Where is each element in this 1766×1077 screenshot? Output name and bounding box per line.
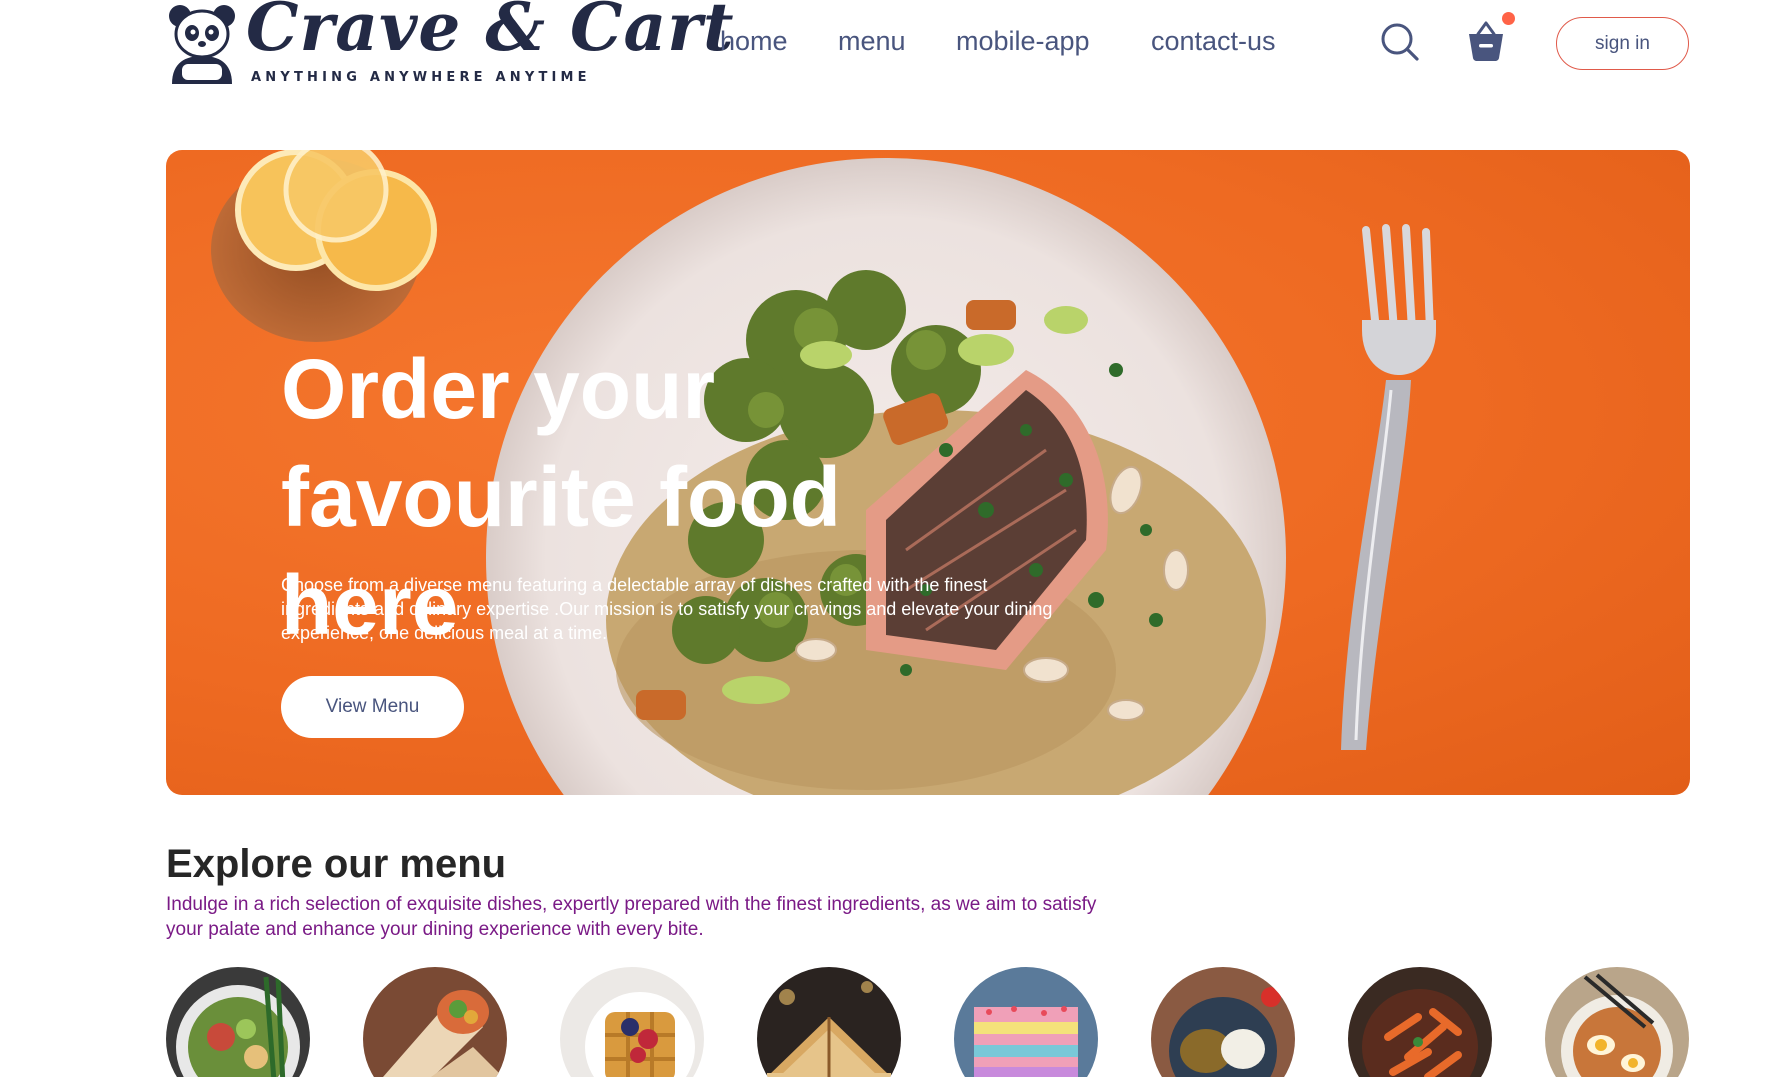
waffle-image	[560, 967, 704, 1077]
hero-description: Choose from a diverse menu featuring a d…	[281, 575, 1053, 643]
brand-name: Crave & Cart	[246, 0, 735, 66]
pasta-image	[1348, 967, 1492, 1077]
menu-item-desserts[interactable]	[560, 967, 704, 1077]
explore-menu-text: Indulge in a rich selection of exquisite…	[166, 894, 1097, 940]
menu-item-rolls[interactable]	[363, 967, 507, 1077]
nav-link-contact-us[interactable]: contact-us	[1151, 26, 1276, 57]
explore-menu-title: Explore our menu	[166, 842, 507, 886]
basket-icon[interactable]	[1466, 20, 1506, 62]
explore-menu-list	[166, 967, 1690, 1077]
navbar: Crave & Cart ANYTHING ANYWHERE ANYTIME h…	[0, 0, 1766, 100]
sign-in-button[interactable]: sign in	[1556, 17, 1689, 70]
panda-logo-icon	[169, 5, 235, 84]
nav-link-menu[interactable]: menu	[838, 26, 906, 57]
menu-item-salad[interactable]	[166, 967, 310, 1077]
veg-plate-image	[1151, 967, 1295, 1077]
menu-item-pasta[interactable]	[1348, 967, 1492, 1077]
salad-image	[166, 967, 310, 1077]
view-menu-button[interactable]: View Menu	[281, 676, 464, 738]
menu-item-noodles[interactable]	[1545, 967, 1689, 1077]
menu-item-sandwich[interactable]	[757, 967, 901, 1077]
menu-item-cake[interactable]	[954, 967, 1098, 1077]
nav-link-home[interactable]: home	[720, 26, 788, 57]
brand-logo[interactable]: Crave & Cart ANYTHING ANYWHERE ANYTIME	[166, 0, 734, 90]
sandwich-image	[757, 967, 901, 1077]
cart-badge-dot	[1502, 12, 1515, 25]
hero-title-line-1: Order your	[281, 342, 716, 436]
rolls-image	[363, 967, 507, 1077]
brand-tagline: ANYTHING ANYWHERE ANYTIME	[251, 70, 591, 85]
search-icon[interactable]	[1380, 22, 1420, 62]
menu-item-pure-veg[interactable]	[1151, 967, 1295, 1077]
hero-banner: Order your favourite food here Choose fr…	[166, 150, 1690, 795]
nav-link-mobile-app[interactable]: mobile-app	[956, 26, 1090, 57]
noodles-image	[1545, 967, 1689, 1077]
cake-image	[954, 967, 1098, 1077]
